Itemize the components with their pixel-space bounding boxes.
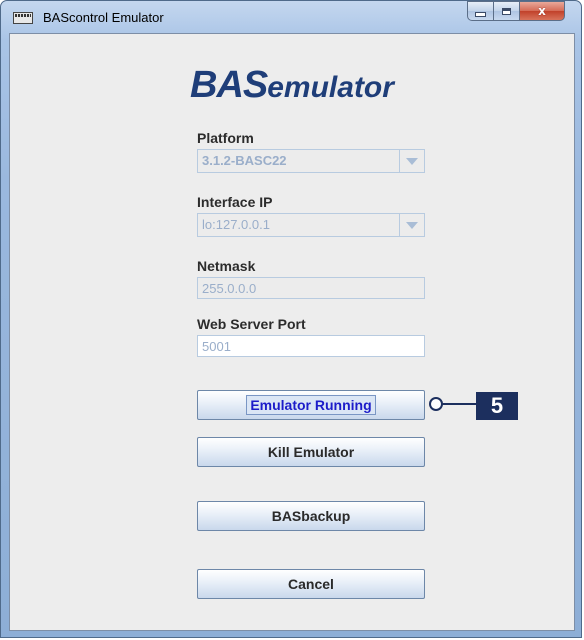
platform-dropdown-button[interactable] bbox=[399, 150, 424, 172]
kill-emulator-label: Kill Emulator bbox=[267, 444, 355, 460]
dialog-content: BASemulator Platform 3.1.2-BASC22 Interf… bbox=[9, 33, 575, 631]
emulator-window: BAScontrol Emulator x BASemulator Platfo… bbox=[0, 0, 582, 638]
close-button[interactable]: x bbox=[519, 1, 565, 21]
logo-bas-text: BAS bbox=[190, 64, 268, 106]
maximize-icon bbox=[502, 7, 511, 15]
netmask-label: Netmask bbox=[197, 258, 256, 274]
chevron-down-icon bbox=[406, 158, 418, 165]
kill-emulator-button[interactable]: Kill Emulator bbox=[197, 437, 425, 467]
netmask-value: 255.0.0.0 bbox=[202, 281, 257, 296]
maximize-button[interactable] bbox=[493, 1, 520, 21]
web-server-port-label: Web Server Port bbox=[197, 316, 306, 332]
close-icon: x bbox=[538, 4, 546, 18]
interface-ip-dropdown-button[interactable] bbox=[399, 214, 424, 236]
callout-ring bbox=[429, 397, 443, 411]
window-title: BAScontrol Emulator bbox=[43, 10, 164, 25]
basbackup-label: BASbackup bbox=[271, 508, 351, 524]
cancel-button[interactable]: Cancel bbox=[197, 569, 425, 599]
web-server-port-value: 5001 bbox=[202, 339, 231, 354]
callout-badge: 5 bbox=[476, 392, 518, 420]
emulator-running-button[interactable]: Emulator Running bbox=[197, 390, 425, 420]
interface-ip-value: lo:127.0.0.1 bbox=[202, 217, 270, 232]
web-server-port-field[interactable]: 5001 bbox=[197, 335, 425, 357]
title-bar[interactable]: BAScontrol Emulator x bbox=[1, 1, 581, 33]
netmask-field[interactable]: 255.0.0.0 bbox=[197, 277, 425, 299]
basbackup-button[interactable]: BASbackup bbox=[197, 501, 425, 531]
cancel-label: Cancel bbox=[288, 576, 334, 592]
minimize-button[interactable] bbox=[467, 1, 494, 21]
app-window-icon bbox=[13, 12, 33, 24]
interface-ip-label: Interface IP bbox=[197, 194, 273, 210]
logo-emulator-text: emulator bbox=[267, 71, 394, 104]
platform-label: Platform bbox=[197, 130, 254, 146]
interface-ip-select[interactable]: lo:127.0.0.1 bbox=[197, 213, 425, 237]
minimize-icon bbox=[475, 11, 486, 17]
platform-select[interactable]: 3.1.2-BASC22 bbox=[197, 149, 425, 173]
platform-value: 3.1.2-BASC22 bbox=[202, 153, 287, 168]
bas-emulator-logo: BASemulator bbox=[190, 64, 394, 107]
callout-line bbox=[437, 403, 477, 405]
emulator-running-label: Emulator Running bbox=[246, 395, 376, 415]
chevron-down-icon bbox=[406, 222, 418, 229]
